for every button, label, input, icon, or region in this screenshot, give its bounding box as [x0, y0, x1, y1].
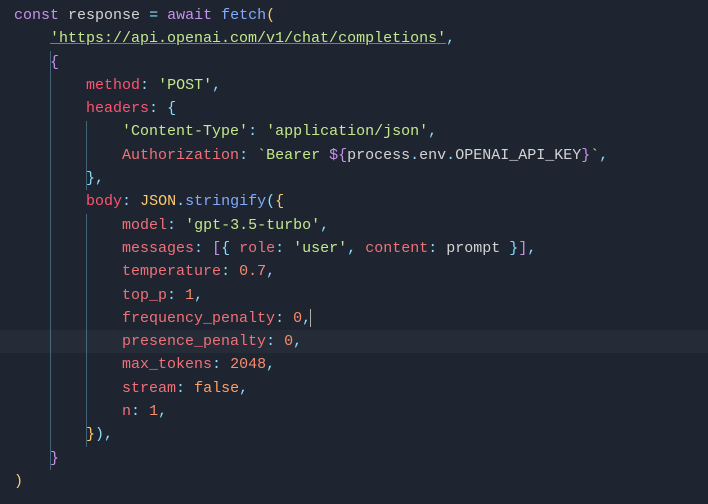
code-line[interactable]: temperature: 0.7, [14, 260, 708, 283]
identifier: OPENAI_API_KEY [455, 147, 581, 164]
comma: , [446, 30, 455, 47]
property-key: stream [122, 380, 176, 397]
keyword-await: await [167, 7, 212, 24]
code-line[interactable]: 'Content-Type': 'application/json', [14, 120, 708, 143]
string-url: 'https://api.openai.com/v1/chat/completi… [50, 30, 446, 47]
code-editor[interactable]: const response = await fetch( 'https://a… [14, 4, 708, 493]
property-key: temperature [122, 263, 221, 280]
code-line[interactable]: n: 1, [14, 400, 708, 423]
string: 'application/json' [266, 123, 428, 140]
identifier: response [68, 7, 140, 24]
function-call: fetch [221, 7, 266, 24]
object: JSON [140, 193, 176, 210]
property-key: headers [86, 100, 149, 117]
property-key: n [122, 403, 131, 420]
number: 0.7 [239, 263, 266, 280]
brace: { [50, 54, 59, 71]
paren: ) [14, 473, 23, 490]
property-key: top_p [122, 287, 167, 304]
code-line[interactable]: Authorization: `Bearer ${process.env.OPE… [14, 144, 708, 167]
boolean: false [194, 380, 239, 397]
number: 2048 [230, 356, 266, 373]
code-line[interactable]: { [14, 51, 708, 74]
string: 'POST' [158, 77, 212, 94]
identifier: process [347, 147, 410, 164]
property-key: body [86, 193, 122, 210]
method: stringify [185, 193, 266, 210]
code-line[interactable]: frequency_penalty: 0, [14, 307, 708, 330]
code-line[interactable]: body: JSON.stringify({ [14, 190, 708, 213]
text-cursor [310, 309, 311, 327]
property-key: role [239, 240, 275, 257]
code-line[interactable]: stream: false, [14, 377, 708, 400]
property-key: content [365, 240, 428, 257]
brace: } [50, 450, 59, 467]
code-line[interactable]: messages: [{ role: 'user', content: prom… [14, 237, 708, 260]
template-expr-open: ${ [329, 147, 347, 164]
property-key: presence_penalty [122, 333, 266, 350]
code-line[interactable]: } [14, 447, 708, 470]
code-line[interactable]: }, [14, 167, 708, 190]
template-string: `Bearer [257, 147, 329, 164]
code-line[interactable]: 'https://api.openai.com/v1/chat/completi… [14, 27, 708, 50]
paren: ( [266, 7, 275, 24]
template-expr-close: } [581, 147, 590, 164]
code-line[interactable]: headers: { [14, 97, 708, 120]
identifier: prompt [446, 240, 500, 257]
property-key: max_tokens [122, 356, 212, 373]
property-key: model [122, 217, 167, 234]
identifier: env [419, 147, 446, 164]
code-line[interactable]: model: 'gpt-3.5-turbo', [14, 214, 708, 237]
code-line[interactable]: max_tokens: 2048, [14, 353, 708, 376]
code-line[interactable]: top_p: 1, [14, 284, 708, 307]
property-key: 'Content-Type' [122, 123, 248, 140]
code-line[interactable]: presence_penalty: 0, [14, 330, 708, 353]
number: 0 [293, 310, 302, 327]
code-line[interactable]: }), [14, 423, 708, 446]
property-key: messages [122, 240, 194, 257]
property-key: frequency_penalty [122, 310, 275, 327]
property-key: Authorization [122, 147, 239, 164]
string: 'user' [293, 240, 347, 257]
property-key: method [86, 77, 140, 94]
code-line[interactable]: method: 'POST', [14, 74, 708, 97]
string: 'gpt-3.5-turbo' [185, 217, 320, 234]
code-line[interactable]: ) [14, 470, 708, 493]
number: 1 [185, 287, 194, 304]
template-string: ` [590, 147, 599, 164]
operator: = [149, 7, 158, 24]
keyword-const: const [14, 7, 59, 24]
number: 0 [284, 333, 293, 350]
number: 1 [149, 403, 158, 420]
code-line[interactable]: const response = await fetch( [14, 4, 708, 27]
